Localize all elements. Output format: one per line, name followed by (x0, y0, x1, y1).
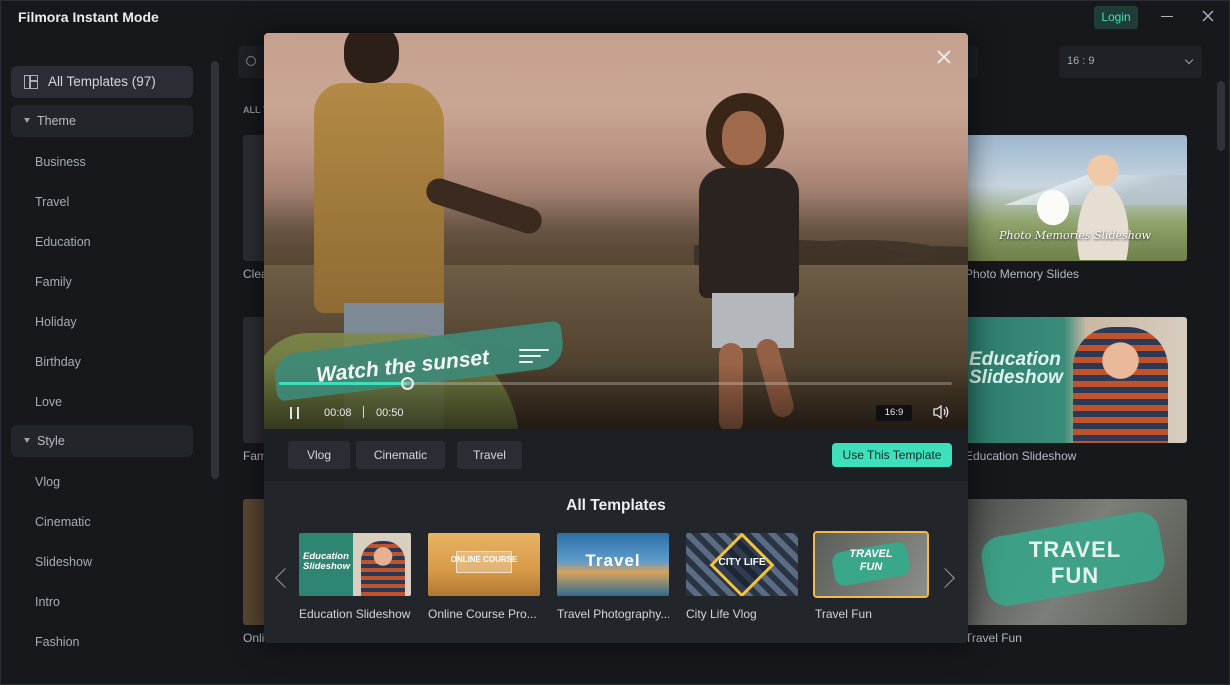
carousel-item-label: Travel Fun (815, 607, 872, 621)
template-card-photo-memory[interactable]: Photo Memories Slideshow (963, 135, 1187, 261)
video-preview[interactable]: Watch the sunset 00:08 00:50 16:9 (264, 33, 968, 429)
sidebar-item-birthday[interactable]: Birthday (35, 355, 81, 369)
thumb-person (1073, 327, 1168, 443)
template-card-label: Photo Memory Slides (965, 267, 1080, 281)
template-carousel: All Templates Education Slideshow Educat… (264, 481, 968, 643)
progress-bar[interactable] (279, 377, 952, 390)
template-preview-modal: Watch the sunset 00:08 00:50 16:9 Vlog C… (264, 33, 968, 643)
progress-handle[interactable] (400, 377, 414, 390)
use-template-button[interactable]: Use This Template (832, 443, 952, 467)
caption-decoration (519, 345, 559, 375)
sidebar-group-label: Style (37, 434, 65, 448)
sidebar-scrollbar[interactable] (211, 61, 219, 479)
carousel-thumb-travel-fun[interactable]: TRAVEL FUN (813, 531, 929, 598)
carousel-thumb-travel-photography[interactable]: Travel (557, 533, 669, 596)
thumb-text: Travel (585, 551, 641, 570)
sidebar-item-all-templates[interactable]: All Templates (97) (11, 66, 193, 98)
minimize-icon[interactable] (1161, 16, 1173, 17)
sidebar-item-cinematic[interactable]: Cinematic (35, 515, 91, 529)
thumb-text: CITY LIFE (718, 557, 766, 568)
search-icon (246, 56, 256, 66)
carousel-item-label: Education Slideshow (299, 607, 411, 621)
chevron-left-icon[interactable] (275, 568, 295, 588)
carousel-thumb-online-course[interactable]: ONLINE COURSE (428, 533, 540, 596)
aspect-ratio-select[interactable]: 16 : 9 (1059, 46, 1202, 78)
thumb-person (361, 541, 405, 596)
carousel-item-label: City Life Vlog (686, 607, 757, 621)
thumb-text: TRAVEL FUN (849, 548, 893, 573)
app-window: Filmora Instant Mode Login All Templates… (0, 0, 1230, 685)
pause-icon[interactable] (289, 407, 301, 419)
sidebar: All Templates (97) Theme Business Travel… (1, 51, 221, 684)
thumb-text: ONLINE COURSE (450, 555, 518, 564)
sidebar-item-vlog[interactable]: Vlog (35, 475, 60, 489)
caret-down-icon (24, 438, 30, 443)
volume-icon[interactable] (932, 404, 950, 420)
thumb-overlay-text: TRAVEL FUN (1028, 537, 1122, 588)
carousel-title: All Templates (566, 497, 666, 514)
sidebar-group-theme[interactable]: Theme (11, 105, 193, 137)
sidebar-group-style[interactable]: Style (11, 425, 193, 457)
caret-down-icon (24, 118, 30, 123)
sidebar-item-love[interactable]: Love (35, 395, 62, 409)
carousel-item-label: Online Course Pro... (428, 607, 537, 621)
progress-fill (279, 382, 407, 385)
window-close-icon[interactable] (1201, 9, 1215, 23)
main-scrollbar[interactable] (1217, 81, 1225, 151)
chevron-right-icon[interactable] (935, 568, 955, 588)
title-bar: Filmora Instant Mode Login (1, 1, 1229, 35)
template-card-label: Education Slideshow (965, 449, 1077, 463)
time-total: 00:50 (376, 407, 404, 419)
sidebar-item-slideshow[interactable]: Slideshow (35, 555, 92, 569)
close-icon[interactable] (936, 49, 952, 65)
time-current: 00:08 (324, 407, 352, 419)
sidebar-item-travel[interactable]: Travel (35, 195, 69, 209)
template-card-education[interactable]: Education Slideshow (963, 317, 1187, 443)
aspect-ratio-value: 16 : 9 (1067, 55, 1095, 67)
chevron-down-icon (1184, 55, 1194, 65)
time-separator (363, 406, 364, 418)
template-card-travel-fun[interactable]: TRAVEL FUN (963, 499, 1187, 625)
sidebar-group-label: Theme (37, 114, 76, 128)
sidebar-item-label: All Templates (97) (48, 74, 156, 89)
carousel-thumb-education-slideshow[interactable]: Education Slideshow (299, 533, 411, 596)
thumb-dog (1028, 180, 1078, 235)
sidebar-item-business[interactable]: Business (35, 155, 86, 169)
sidebar-item-intro[interactable]: Intro (35, 595, 60, 609)
app-title: Filmora Instant Mode (18, 9, 159, 25)
sidebar-item-family[interactable]: Family (35, 275, 72, 289)
grid-icon (24, 75, 38, 89)
sidebar-item-fashion[interactable]: Fashion (35, 635, 79, 649)
login-button[interactable]: Login (1094, 6, 1138, 29)
aspect-ratio-badge[interactable]: 16:9 (876, 405, 912, 421)
thumb-overlay-text: Photo Memories Slideshow (999, 229, 1151, 242)
sidebar-item-holiday[interactable]: Holiday (35, 315, 77, 329)
tag-vlog[interactable]: Vlog (288, 441, 350, 469)
tag-cinematic[interactable]: Cinematic (356, 441, 445, 469)
thumb-text: Education Slideshow (303, 551, 350, 572)
thumb-overlay-text: Education Slideshow (969, 349, 1063, 388)
tag-travel[interactable]: Travel (457, 441, 522, 469)
template-card-label: Travel Fun (965, 631, 1022, 645)
carousel-thumb-city-life-vlog[interactable]: CITY LIFE (686, 533, 798, 596)
template-card-label: Onli (243, 631, 265, 645)
sidebar-item-education[interactable]: Education (35, 235, 91, 249)
carousel-item-label: Travel Photography... (557, 607, 669, 621)
